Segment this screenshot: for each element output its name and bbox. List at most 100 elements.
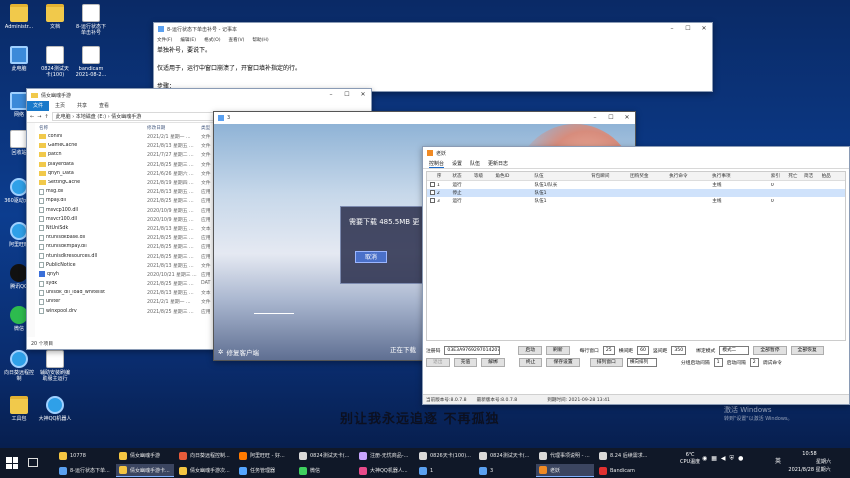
notepad-titlebar[interactable]: 8-运行状态下单击补号 - 记事本 – ☐ ✕ xyxy=(154,23,712,35)
desktop-icon[interactable]: 文档 xyxy=(38,4,72,30)
volume-icon[interactable]: ◀ xyxy=(721,455,726,463)
table-column-header[interactable]: 执行命令 xyxy=(669,173,712,179)
menu-item[interactable]: 格式(O) xyxy=(204,37,220,43)
forward-arrow-icon[interactable]: → xyxy=(37,114,41,120)
ribbon-tab[interactable]: 文件 xyxy=(27,101,50,111)
table-column-header[interactable]: 拍品 xyxy=(822,173,845,179)
tool-tab[interactable]: 设置 xyxy=(452,160,462,167)
table-row[interactable]: 2 停止 队伍1 xyxy=(427,189,845,197)
table-column-header[interactable]: 等级 xyxy=(474,173,495,179)
start-button[interactable] xyxy=(6,457,18,469)
minimize-button[interactable]: – xyxy=(664,23,680,35)
tool-titlebar[interactable]: 老妖 xyxy=(423,147,849,159)
task-view-icon[interactable] xyxy=(28,458,38,467)
table-column-header[interactable]: 背包瞬间 xyxy=(591,173,630,179)
menu-item[interactable]: 查看(V) xyxy=(229,37,245,43)
start-button[interactable]: 启动 xyxy=(518,345,543,355)
close-button[interactable]: ✕ xyxy=(696,23,712,35)
mode-select[interactable]: 模式二 xyxy=(719,345,750,355)
row-checkbox[interactable] xyxy=(430,189,435,195)
taskbar-button[interactable]: 1 xyxy=(416,464,474,477)
arrange-mode-select[interactable]: 横向排列 xyxy=(626,357,657,367)
pause-all-button[interactable]: 全部暂停 xyxy=(753,345,787,355)
desktop-icon[interactable]: 此电脑 xyxy=(2,46,36,72)
clock[interactable]: 10:58 星期六 2021/8/28 星期六 xyxy=(788,450,831,474)
table-row[interactable]: 3 运行 队伍1 主线 0 xyxy=(427,197,845,205)
tool-tab[interactable]: 更新日志 xyxy=(488,160,508,167)
ribbon-tab[interactable]: 主页 xyxy=(49,101,71,111)
group-interval-input[interactable]: 1 xyxy=(713,357,723,367)
minimize-button[interactable]: – xyxy=(323,89,339,101)
desktop-icon[interactable]: Administr... xyxy=(2,4,36,30)
tool-tab[interactable]: 控制台 xyxy=(429,160,445,168)
taskbar-button[interactable]: 向日葵远程控制... xyxy=(176,449,234,462)
save-settings-button[interactable]: 保存设置 xyxy=(546,357,580,367)
taskbar-button[interactable]: 倩女幽魂手游卡... xyxy=(116,464,174,477)
back-arrow-icon[interactable]: ← xyxy=(30,114,34,120)
taskbar-button[interactable]: 0826天卡(100)... xyxy=(416,449,474,462)
reg-code-input[interactable]: 03E3A9769297014207414 xyxy=(444,345,501,355)
stop-button[interactable]: 终止 xyxy=(518,357,543,367)
desktop-icon[interactable]: bandicam 2021-08-2... xyxy=(74,46,108,78)
close-button[interactable]: ✕ xyxy=(619,112,635,124)
taskbar-button[interactable]: 倩女幽魂手游次... xyxy=(176,464,234,477)
ribbon-tab[interactable]: 共享 xyxy=(71,101,93,111)
notepad-text-area[interactable]: 单独补号，要说下。仅适用于，运行中窗口崩溃了，开窗口填补指定的行。步骤：先开窗口… xyxy=(154,44,712,91)
table-column-header[interactable]: 角色ID xyxy=(495,173,534,179)
desktop-icon[interactable]: 向日葵远程控制 xyxy=(2,350,36,382)
network-icon[interactable]: ▦ xyxy=(711,455,717,463)
taskbar-button[interactable]: 10778 xyxy=(56,449,114,462)
restore-all-button[interactable]: 全部恢复 xyxy=(790,345,824,355)
taskbar-button[interactable]: 8-运行状态下单... xyxy=(56,464,114,477)
repair-client-button[interactable]: ✲ 修复客户端 xyxy=(218,347,259,357)
ribbon-tab[interactable]: 查看 xyxy=(93,101,115,111)
refresh-button[interactable]: 刷新 xyxy=(546,345,570,355)
table-column-header[interactable]: 序 xyxy=(437,173,453,179)
launcher-titlebar[interactable]: 3 – ☐ ✕ xyxy=(214,112,635,124)
desktop-icon[interactable]: 辅助安装刷编 助服主运行 xyxy=(38,350,72,382)
ime-indicator[interactable]: 英 xyxy=(775,456,781,465)
minimize-button[interactable]: – xyxy=(587,112,603,124)
unbind-button[interactable]: 解绑 xyxy=(481,357,505,367)
taskbar-button[interactable]: 倩女幽魂手游 xyxy=(116,449,174,462)
desktop-icon[interactable]: 工具包 xyxy=(2,396,36,422)
tray-app-icon[interactable]: ● xyxy=(738,455,743,463)
weather-widget[interactable]: 6℃ CPU温度 xyxy=(680,452,700,465)
taskbar-button[interactable]: 0824测试天卡(... xyxy=(296,449,354,462)
column-type[interactable]: 类型 xyxy=(201,125,210,131)
table-row[interactable]: 1 运行 队伍1/队长 主线 0 xyxy=(427,181,845,189)
tray-app-icon[interactable]: ◉ xyxy=(702,455,707,463)
taskbar-button[interactable]: 大神QQ机器人... xyxy=(356,464,414,477)
column-name[interactable]: 名称 xyxy=(39,125,147,131)
taskbar-button[interactable]: 3 xyxy=(476,464,534,477)
close-button[interactable]: ✕ xyxy=(355,89,371,101)
menu-item[interactable]: 文件(F) xyxy=(157,37,172,43)
taskbar-button[interactable]: Bandicam xyxy=(596,464,654,477)
interval-input[interactable]: 60 xyxy=(637,345,649,355)
menu-item[interactable]: 帮助(H) xyxy=(252,37,268,43)
table-column-header[interactable]: 死亡 xyxy=(788,173,804,179)
up-arrow-icon[interactable]: ↑ xyxy=(44,114,48,120)
taskbar-button[interactable]: 0824测试天卡(... xyxy=(476,449,534,462)
tool-window[interactable]: 老妖 控制台 设置 队伍 更新日志 序状态 等级 角色ID 队伍 背包瞬间 团购奖金 执行命令 执行… xyxy=(422,146,850,405)
row-checkbox[interactable] xyxy=(430,197,435,203)
table-column-header[interactable]: 简洁 xyxy=(804,173,822,179)
desktop-icon[interactable]: 大神QQ机器人 xyxy=(38,396,72,422)
desktop-icon[interactable]: 0824测试天 卡(100) xyxy=(38,46,72,78)
taskbar-button[interactable]: 任务管理器 xyxy=(236,464,294,477)
taskbar-button[interactable]: 8.24 后续需求... xyxy=(596,449,654,462)
taskbar-button[interactable]: 注册-无忧商品-... xyxy=(356,449,414,462)
taskbar-button[interactable]: 微信 xyxy=(296,464,354,477)
column-date[interactable]: 修改日期 xyxy=(147,125,201,131)
shield-icon[interactable]: ⛨ xyxy=(730,455,735,463)
taskbar-button[interactable]: 代理事项说明 - ... xyxy=(536,449,594,462)
desktop-icon[interactable]: 8-运行状态下 单击补号 xyxy=(74,4,108,36)
explorer-titlebar[interactable]: 倩女幽魂手游 – ☐ ✕ xyxy=(27,89,371,101)
vertical-input[interactable]: 350 xyxy=(671,345,687,355)
table-column-header[interactable]: 执行事项 xyxy=(712,173,771,179)
exit-button[interactable]: 退出 xyxy=(426,357,450,367)
recharge-button[interactable]: 充值 xyxy=(453,357,478,367)
menu-item[interactable]: 编辑(E) xyxy=(180,37,196,43)
tool-tab[interactable]: 队伍 xyxy=(470,160,480,167)
arrange-windows-button[interactable]: 排列窗口 xyxy=(589,357,623,367)
